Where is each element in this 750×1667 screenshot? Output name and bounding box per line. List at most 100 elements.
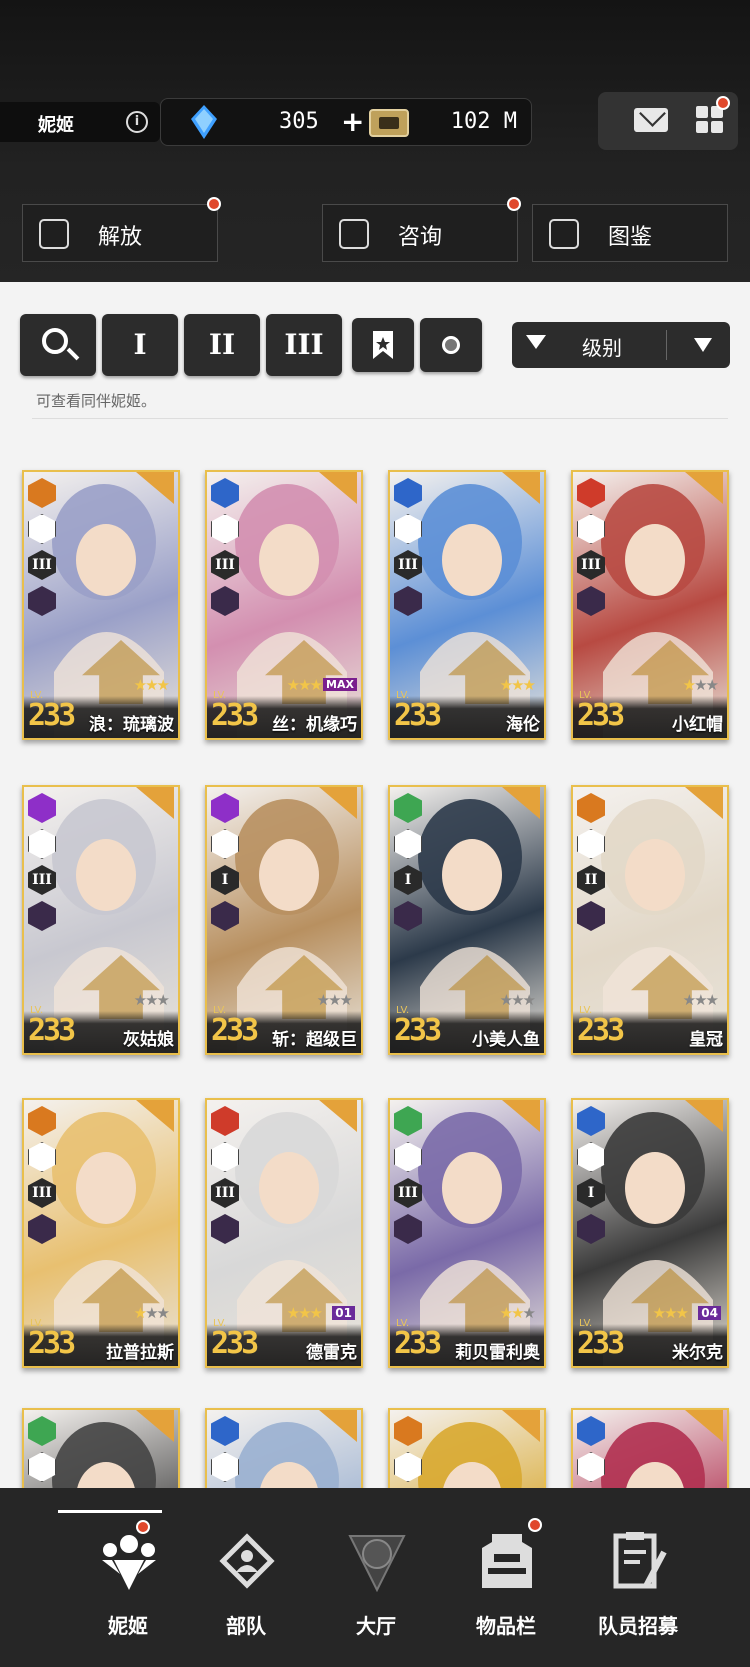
level-value: 233 <box>394 1013 442 1048</box>
info-icon[interactable]: i <box>126 111 148 133</box>
level-value: 233 <box>28 698 76 733</box>
limit-break-label: 解放 <box>97 225 142 250</box>
tab-lobby-label: 大厅 <box>356 1614 396 1638</box>
hint-text: 可查看同伴妮姬。 <box>36 392 157 410</box>
gem-count: 305 <box>279 109 319 134</box>
sort-label: 级别 <box>582 336 622 360</box>
burst-ii-filter[interactable]: II <box>184 314 260 376</box>
star-rating: ★★★ <box>682 991 719 1009</box>
mail-icon[interactable] <box>634 108 668 132</box>
tab-recruit[interactable]: 队员招募 <box>568 1510 708 1650</box>
character-name: 拉普拉斯 <box>106 1343 174 1363</box>
level-value: 233 <box>28 1326 76 1361</box>
player-name-pill[interactable]: 妮姬 i <box>0 102 160 142</box>
nikke-list-panel: I II III 级别 可查看同伴妮姬。 III ★★★ LV. 233 浪：琉璃波 II… <box>0 282 750 1667</box>
character-name: 莉贝雷利奥 <box>455 1343 540 1363</box>
codex-button[interactable]: 图鉴 <box>532 204 728 262</box>
character-name: 丝：机缘巧 <box>272 715 357 735</box>
star-rating: ★★★ <box>133 1304 170 1322</box>
tab-squad[interactable]: 部队 <box>176 1510 316 1650</box>
filter-icon <box>526 335 546 349</box>
sort-separator <box>666 330 667 360</box>
codex-label: 图鉴 <box>607 225 652 250</box>
nikke-card[interactable]: I ★★★ 04 LV. 233 米尔克 <box>571 1098 729 1368</box>
star-rating: ★★★ <box>133 676 170 694</box>
active-tab-indicator <box>58 1510 162 1513</box>
character-name: 小红帽 <box>672 715 723 735</box>
level-value: 233 <box>211 698 259 733</box>
nikke-card[interactable]: III ★★★ LV. 233 浪：琉璃波 <box>22 470 180 740</box>
core-badge: 04 <box>698 1306 721 1320</box>
limit-break-button[interactable]: 解放 <box>22 197 221 262</box>
level-value: 233 <box>394 1326 442 1361</box>
circle-icon <box>442 336 460 354</box>
level-value: 233 <box>211 1013 259 1048</box>
circle-filter[interactable] <box>420 318 482 372</box>
star-rating: ★★★ <box>652 1304 689 1322</box>
credit-count: 102 M <box>450 109 517 134</box>
nikke-card[interactable]: III ★★★ LV. 233 灰姑娘 <box>22 785 180 1055</box>
star-rating: ★★★ <box>682 676 719 694</box>
nikke-card[interactable]: III ★★★ LV. 233 海伦 <box>388 470 546 740</box>
character-name: 德雷克 <box>306 1343 357 1363</box>
grid-icon[interactable] <box>696 106 724 134</box>
bookmark-filter[interactable] <box>352 318 414 372</box>
inventory-icon <box>482 1534 532 1588</box>
credit-icon <box>369 109 409 137</box>
lobby-icon <box>348 1535 406 1592</box>
character-name: 灰姑娘 <box>123 1030 174 1050</box>
currency-bar: 305 + 102 M <box>160 98 532 146</box>
add-gems-button[interactable]: + <box>341 105 364 138</box>
search-icon <box>42 328 68 354</box>
nikke-card[interactable]: II ★★★ LV. 233 皇冠 <box>571 785 729 1055</box>
recruit-icon <box>613 1532 667 1589</box>
star-rating: ★★★ <box>499 991 536 1009</box>
nikke-card[interactable]: III ★★★ LV. 233 莉贝雷利奥 <box>388 1098 546 1368</box>
character-name: 斩：超级巨 <box>272 1030 357 1050</box>
search-button[interactable] <box>20 314 96 376</box>
level-value: 233 <box>394 698 442 733</box>
tab-lobby[interactable]: 大厅 <box>306 1510 446 1650</box>
consult-label: 咨询 <box>397 225 442 250</box>
menu-notification-dot <box>716 96 730 110</box>
tab-squad-label: 部队 <box>226 1614 266 1638</box>
nikke-card[interactable]: III ★★★ LV. 233 拉普拉斯 <box>22 1098 180 1368</box>
nikke-card[interactable]: I ★★★ LV. 233 小美人鱼 <box>388 785 546 1055</box>
level-value: 233 <box>211 1326 259 1361</box>
limit-break-notification-dot <box>207 197 221 211</box>
tab-inventory-notification-dot <box>528 1518 542 1532</box>
nikke-card[interactable]: III ★★★ MAX LV. 233 丝：机缘巧 <box>205 470 363 740</box>
header-icons <box>598 92 738 150</box>
nikke-card[interactable]: III ★★★ 01 LV. 233 德雷克 <box>205 1098 363 1368</box>
star-rating: ★★★ <box>286 1304 323 1322</box>
nikke-card[interactable]: III ★★★ LV. 233 小红帽 <box>571 470 729 740</box>
character-name: 浪：琉璃波 <box>89 715 174 735</box>
player-name: 妮姬 <box>38 115 74 136</box>
tab-inventory[interactable]: 物品栏 <box>436 1510 576 1650</box>
level-value: 233 <box>577 1013 625 1048</box>
sort-dropdown[interactable]: 级别 <box>512 322 730 368</box>
character-name: 小美人鱼 <box>472 1030 540 1050</box>
level-value: 233 <box>28 1013 76 1048</box>
consult-notification-dot <box>507 197 521 211</box>
star-rating: ★★★ <box>499 676 536 694</box>
burst-iii-filter[interactable]: III <box>266 314 342 376</box>
burst-i-filter[interactable]: I <box>102 314 178 376</box>
character-name: 海伦 <box>506 715 540 735</box>
tab-nikke-notification-dot <box>136 1520 150 1534</box>
consult-button[interactable]: 咨询 <box>322 197 521 262</box>
nikke-card[interactable]: I ★★★ LV. 233 斩：超级巨 <box>205 785 363 1055</box>
tab-inventory-label: 物品栏 <box>476 1614 536 1638</box>
level-value: 233 <box>577 698 625 733</box>
gem-icon <box>191 105 217 139</box>
bottom-nav: 妮姬 部队 大厅 物品栏 队员招募 <box>0 1488 750 1667</box>
level-value: 233 <box>577 1326 625 1361</box>
top-header: 妮姬 i 305 + 102 M 解放 咨询 图鉴 <box>0 0 750 282</box>
star-rating: ★★★ <box>133 991 170 1009</box>
character-name: 皇冠 <box>689 1030 723 1050</box>
star-rating: ★★★ <box>286 676 323 694</box>
chevron-down-icon[interactable] <box>694 338 712 352</box>
star-rating: ★★★ <box>316 991 353 1009</box>
app-root: 妮姬 i 305 + 102 M 解放 咨询 图鉴 I II III 级别 可查… <box>0 0 750 1667</box>
core-badge: 01 <box>332 1306 355 1320</box>
